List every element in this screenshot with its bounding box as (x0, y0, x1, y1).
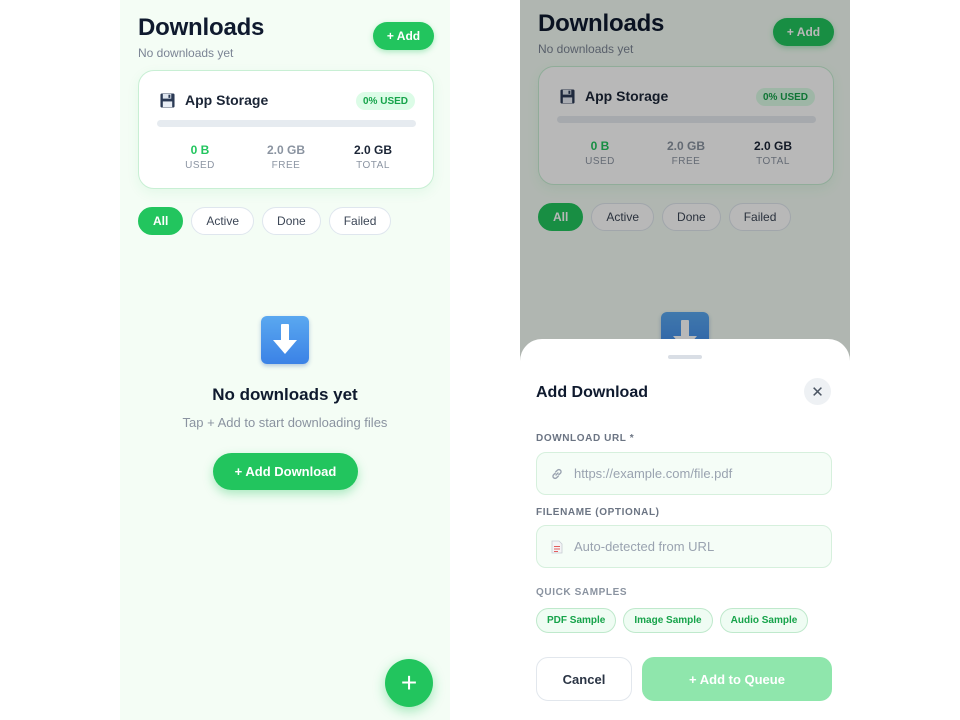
filename-label: FILENAME (OPTIONAL) (536, 507, 660, 518)
filter-failed[interactable]: Failed (328, 207, 392, 235)
sheet-grab-handle[interactable] (668, 355, 702, 359)
sample-audio-button[interactable]: Audio Sample (719, 608, 809, 633)
storage-card: App Storage 0% USED 0 B USED 2.0 GB FREE… (138, 70, 434, 189)
quick-samples: PDF Sample Image Sample Audio Sample (536, 608, 809, 633)
sample-pdf-button[interactable]: PDF Sample (536, 608, 617, 633)
url-field[interactable]: https://example.com/file.pdf (536, 452, 832, 495)
page-title: Downloads (138, 14, 265, 41)
storage-stat-total: 2.0 GB TOTAL (333, 143, 413, 171)
downloads-screen-with-sheet: Downloads No downloads yet + Add App Sto… (520, 0, 850, 720)
add-button[interactable]: + Add (373, 22, 434, 50)
stat-value: 0 B (190, 143, 210, 157)
link-icon (549, 466, 565, 482)
page-subtitle: No downloads yet (138, 46, 234, 60)
samples-label: QUICK SAMPLES (536, 587, 628, 598)
stat-label: FREE (271, 160, 301, 171)
empty-state-subtitle: Tap + Add to start downloading files (182, 415, 388, 430)
stat-label: USED (185, 160, 215, 171)
storage-progress-bar (157, 120, 416, 127)
filename-field[interactable]: Auto-detected from URL (536, 525, 832, 568)
stat-value: 2.0 GB (353, 143, 392, 157)
document-icon (549, 539, 565, 555)
downloads-content: Downloads No downloads yet + Add App Sto… (120, 0, 450, 720)
add-to-queue-button[interactable]: + Add to Queue (642, 657, 832, 701)
storage-stat-used: 0 B USED (160, 143, 240, 171)
floppy-disk-icon (160, 93, 175, 108)
sheet-title: Add Download (536, 384, 648, 401)
filter-active[interactable]: Active (191, 207, 255, 235)
sample-image-button[interactable]: Image Sample (623, 608, 713, 633)
url-label: DOWNLOAD URL * (536, 433, 635, 444)
download-arrow-icon (261, 316, 309, 364)
fab-add-button[interactable]: + (385, 659, 433, 707)
document-glyph (551, 540, 563, 553)
download-arrow-glyph (273, 324, 297, 354)
empty-state-title: No downloads yet (212, 385, 358, 404)
url-placeholder: https://example.com/file.pdf (574, 466, 733, 481)
cancel-button[interactable]: Cancel (536, 657, 632, 701)
filter-done[interactable]: Done (262, 207, 321, 235)
filter-all[interactable]: All (138, 207, 184, 235)
storage-percent-badge: 0% USED (355, 92, 415, 110)
downloads-screen: Downloads No downloads yet + Add App Sto… (120, 0, 450, 720)
add-download-sheet: Add Download ✕ DOWNLOAD URL * https://ex… (520, 339, 850, 720)
storage-stat-free: 2.0 GB FREE (246, 143, 326, 171)
filter-chips: All Active Done Failed (138, 207, 392, 235)
link-glyph (552, 468, 562, 479)
close-icon[interactable]: ✕ (804, 378, 831, 405)
stat-label: TOTAL (356, 160, 390, 171)
app-root: Downloads No downloads yet + Add App Sto… (0, 0, 960, 720)
storage-title: App Storage (185, 92, 269, 108)
add-download-button[interactable]: + Add Download (213, 453, 358, 490)
filename-placeholder: Auto-detected from URL (574, 539, 715, 554)
stat-value: 2.0 GB (266, 143, 305, 157)
